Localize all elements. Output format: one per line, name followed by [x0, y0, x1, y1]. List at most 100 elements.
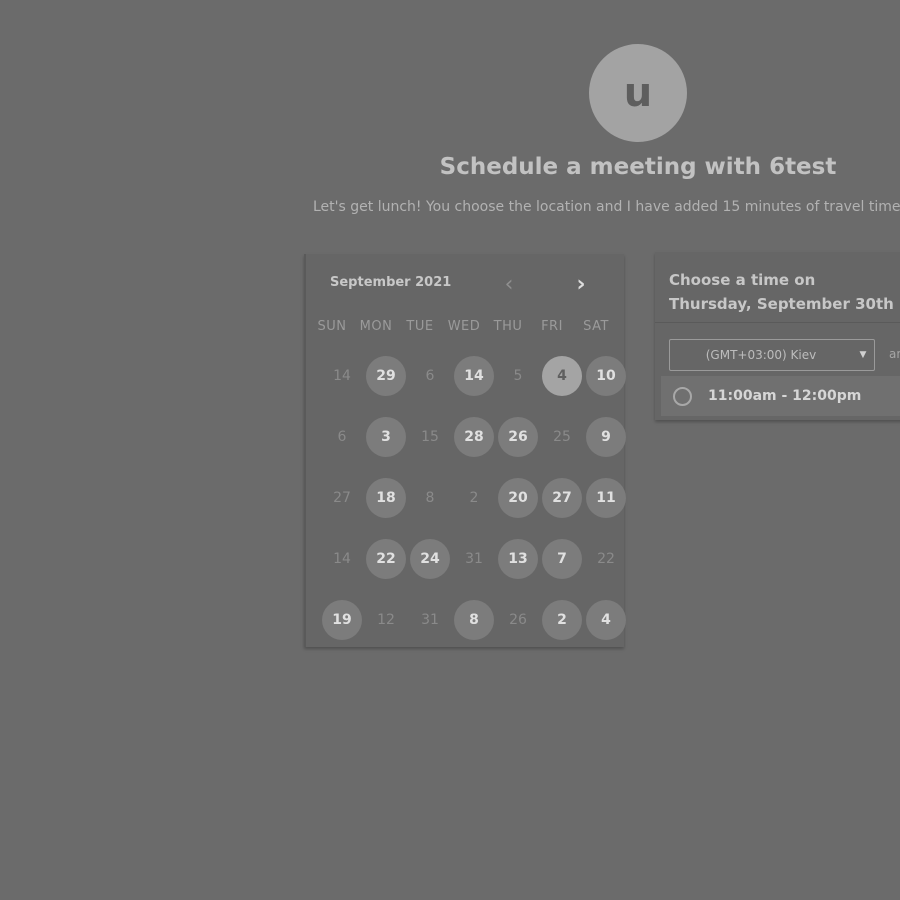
timezone-value: (GMT+03:00) Kiev [705, 348, 817, 362]
calendar-day: 8 [408, 478, 452, 518]
weekday-label: THU [493, 319, 523, 334]
scheduling-page: u Schedule a meeting with 6test Let's ge… [0, 0, 900, 900]
calendar-day-number: 26 [509, 612, 527, 628]
avatar-letter: u [623, 70, 653, 116]
calendar-day: 22 [584, 539, 628, 579]
weekday-label: TUE [406, 319, 434, 334]
calendar-day-number: 14 [333, 368, 351, 384]
calendar-day-number: 14 [454, 356, 494, 396]
calendar-day-number: 15 [421, 429, 439, 445]
calendar-week-row: 19 12 31 8 26 2 4 [320, 600, 632, 661]
calendar-day[interactable]: 8 [452, 600, 496, 640]
calendar-day-number: 9 [586, 417, 626, 457]
radio-button[interactable] [673, 386, 692, 406]
weekday-label: WED [447, 319, 481, 334]
calendar-day: 6 [320, 417, 364, 457]
calendar-day[interactable]: 14 [452, 356, 496, 396]
calendar-day-number: 22 [366, 539, 406, 579]
calendar-day[interactable]: 19 [320, 600, 364, 640]
weekday-label: SUN [317, 319, 347, 334]
calendar-month-label: September 2021 [330, 275, 452, 290]
time-panel-heading: Choose a time on Thursday, September 30t… [669, 271, 894, 313]
calendar-day: 5 [496, 356, 540, 396]
calendar-day: 14 [320, 356, 364, 396]
time-slot-panel: Choose a time on Thursday, September 30t… [655, 252, 900, 420]
calendar-day[interactable]: 28 [452, 417, 496, 457]
weekday-label: FRI [541, 319, 563, 334]
calendar-day[interactable]: 3 [364, 417, 408, 457]
calendar-day: 31 [452, 539, 496, 579]
calendar-day-number: 6 [337, 429, 347, 445]
calendar-grid: 14 29 6 14 5 4 10 6 3 15 28 26 25 9 27 18 8 2 20 27 11 14 22 24… [320, 356, 632, 661]
calendar-day: 26 [496, 600, 540, 640]
calendar-day-number: 27 [333, 490, 351, 506]
calendar-day-number: 7 [542, 539, 582, 579]
calendar-day-number: 10 [586, 356, 626, 396]
calendar-day-number: 26 [498, 417, 538, 457]
calendar-week-row: 27 18 8 2 20 27 11 [320, 478, 632, 539]
calendar-day-number: 4 [586, 600, 626, 640]
calendar-day-number: 6 [425, 368, 435, 384]
time-slot-label: 11:00am - 12:00pm [708, 388, 862, 404]
calendar-day: 12 [364, 600, 408, 640]
calendar-day: 31 [408, 600, 452, 640]
calendar-day[interactable]: 27 [540, 478, 584, 518]
calendar-week-row: 14 29 6 14 5 4 10 [320, 356, 632, 417]
calendar-day[interactable]: 29 [364, 356, 408, 396]
calendar-day[interactable]: 24 [408, 539, 452, 579]
time-slot-option[interactable]: 11:00am - 12:00pm [661, 376, 900, 416]
calendar-day-number: 19 [322, 600, 362, 640]
weekday-label: SAT [583, 319, 609, 334]
calendar-day[interactable]: 2 [540, 600, 584, 640]
calendar-day-number: 29 [366, 356, 406, 396]
calendar-day-number: 2 [469, 490, 479, 506]
host-avatar: u [589, 44, 687, 142]
timezone-select[interactable]: (GMT+03:00) Kiev ▼ [669, 339, 875, 371]
calendar-day[interactable]: 10 [584, 356, 628, 396]
chevron-right-icon[interactable]: › [570, 274, 592, 298]
calendar-day-number: 31 [465, 551, 483, 567]
calendar-day-number: 8 [454, 600, 494, 640]
calendar-day-number: 4 [542, 356, 582, 396]
calendar-week-row: 14 22 24 31 13 7 22 [320, 539, 632, 600]
weekday-header: SUN MON TUE WED THU FRI SAT [310, 319, 622, 334]
meeting-description: Let's get lunch! You choose the location… [313, 199, 900, 215]
calendar-day[interactable]: 9 [584, 417, 628, 457]
calendar-day-number: 3 [366, 417, 406, 457]
calendar-day-number: 14 [333, 551, 351, 567]
calendar-day-number: 13 [498, 539, 538, 579]
calendar-day[interactable]: 11 [584, 478, 628, 518]
calendar-day-number: 25 [553, 429, 571, 445]
calendar-week-row: 6 3 15 28 26 25 9 [320, 417, 632, 478]
calendar-day-number: 20 [498, 478, 538, 518]
calendar-day: 15 [408, 417, 452, 457]
calendar-day: 25 [540, 417, 584, 457]
calendar-day-number: 12 [377, 612, 395, 628]
calendar-day[interactable]: 26 [496, 417, 540, 457]
calendar-day: 2 [452, 478, 496, 518]
page-title: Schedule a meeting with 6test [439, 154, 837, 180]
calendar-day-number: 28 [454, 417, 494, 457]
calendar-day[interactable]: 22 [364, 539, 408, 579]
calendar-day-selected[interactable]: 4 [540, 356, 584, 396]
weekday-label: MON [359, 319, 393, 334]
calendar-day-number: 8 [425, 490, 435, 506]
calendar-day: 14 [320, 539, 364, 579]
calendar-day[interactable]: 4 [584, 600, 628, 640]
calendar-day: 6 [408, 356, 452, 396]
calendar-day-number: 31 [421, 612, 439, 628]
date-picker: September 2021 ‹ › SUN MON TUE WED THU F… [304, 254, 626, 647]
calendar-day-number: 24 [410, 539, 450, 579]
calendar-day: 27 [320, 478, 364, 518]
timezone-extra-text: an [889, 347, 900, 361]
calendar-day[interactable]: 7 [540, 539, 584, 579]
calendar-day-number: 22 [597, 551, 615, 567]
calendar-day-number: 27 [542, 478, 582, 518]
caret-down-icon: ▼ [859, 350, 867, 360]
calendar-day-number: 2 [542, 600, 582, 640]
chevron-left-icon[interactable]: ‹ [498, 274, 520, 298]
calendar-day[interactable]: 20 [496, 478, 540, 518]
calendar-day[interactable]: 13 [496, 539, 540, 579]
calendar-day[interactable]: 18 [364, 478, 408, 518]
calendar-day-number: 18 [366, 478, 406, 518]
